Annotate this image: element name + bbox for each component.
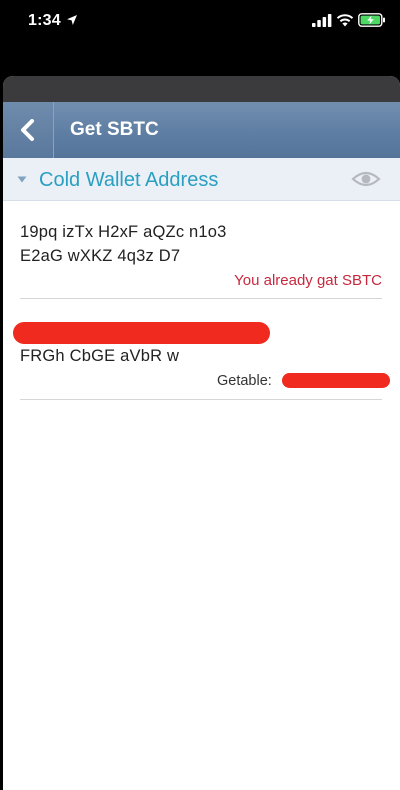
back-button[interactable] [3,102,54,158]
navigation-bar: Get SBTC [3,102,400,159]
wallet-entry[interactable]: 19pq izTx H2xF aQZc n1o3 E2aG wXKZ 4q3z … [20,220,382,296]
chevron-left-icon [21,119,34,141]
sheet-top-strip [3,76,400,102]
wifi-icon [336,14,354,27]
address-line-1: FRGh CbGE aVbR w [20,347,180,365]
wallet-entry[interactable]: FRGh CbGE aVbR w Getable: [20,344,382,400]
cold-wallet-section-header[interactable]: Cold Wallet Address [3,158,400,201]
address-line-2: E2aG wXKZ 4q3z D7 [20,247,181,265]
battery-charging-icon [358,13,385,27]
divider [20,399,382,400]
divider [20,298,382,299]
redaction-mark [282,373,390,388]
address-line-1: 19pq izTx H2xF aQZc n1o3 [20,223,227,241]
page-title: Get SBTC [70,119,159,140]
chevron-down-icon[interactable] [17,176,27,183]
claim-status: You already gat SBTC [234,272,382,289]
getable-label: Getable: [217,373,272,389]
status-time: 1:34 [28,12,61,29]
redaction-mark [13,322,270,344]
section-title: Cold Wallet Address [39,169,219,191]
cellular-signal-icon [312,14,332,27]
location-arrow-icon [67,15,77,25]
status-bar: 1:34 [0,0,400,46]
eye-icon[interactable] [351,170,381,188]
app-card: Get SBTC Cold Wallet Address 19pq izTx H… [3,76,400,790]
